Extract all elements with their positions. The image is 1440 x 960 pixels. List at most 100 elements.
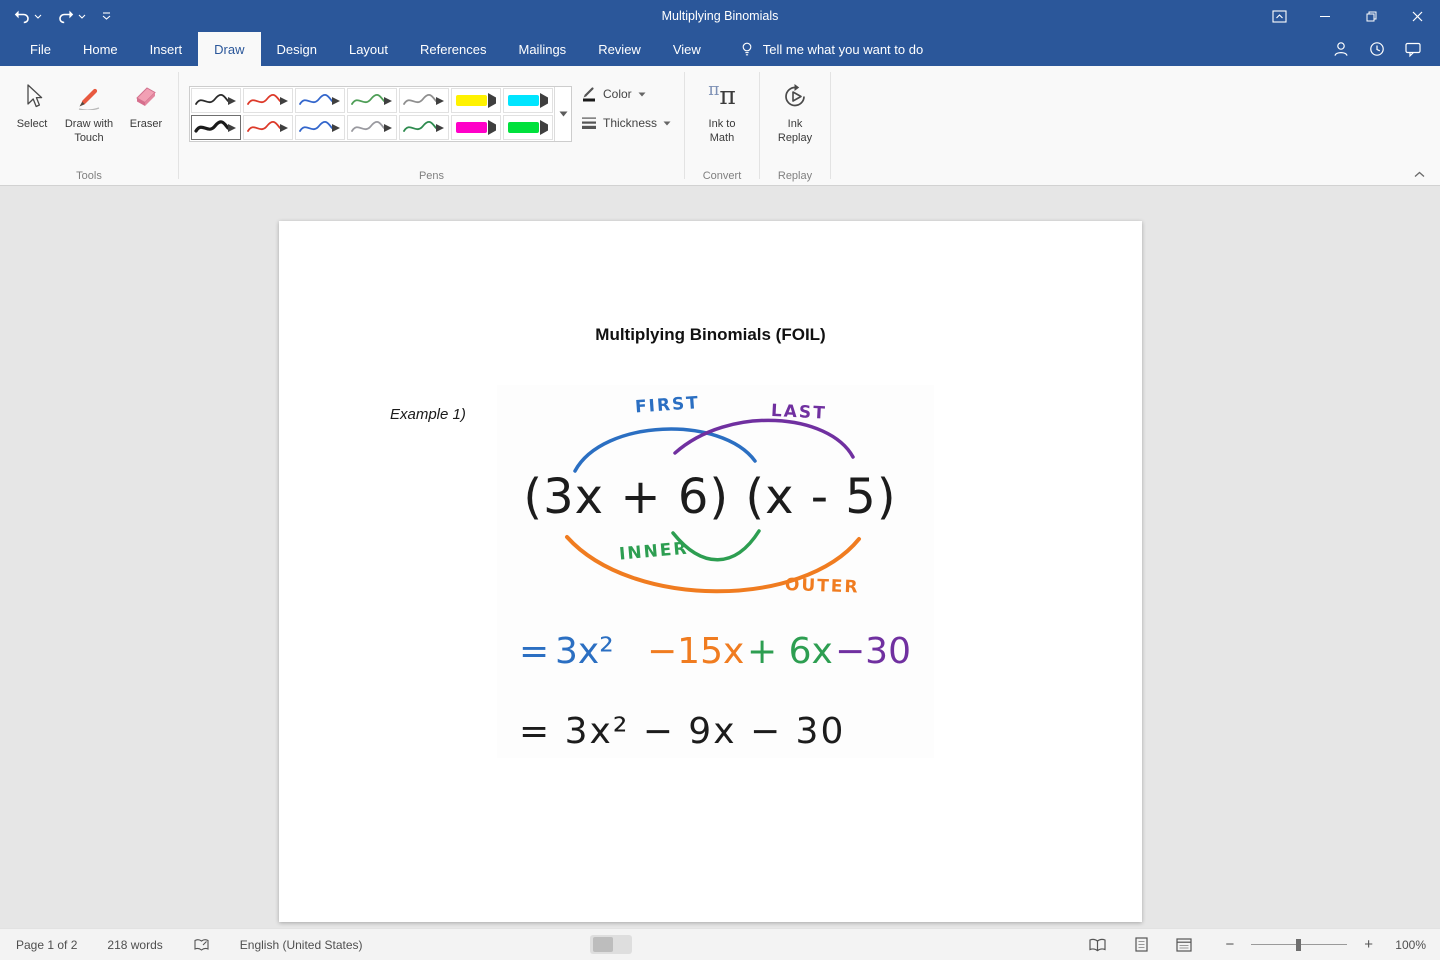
step1-equals: = [519, 631, 549, 672]
step2-result: = 3x² − 9x − 30 [519, 711, 845, 752]
horizontal-scrollbar[interactable] [590, 935, 632, 954]
pen-controls: Color Thickness [581, 82, 671, 140]
status-bar: Page 1 of 2 218 words English (United St… [0, 928, 1440, 960]
zoom-slider-thumb[interactable] [1296, 939, 1301, 951]
web-layout-button[interactable] [1176, 938, 1192, 952]
pi-math-icon: ππ [708, 79, 736, 113]
last-label: LAST [770, 401, 827, 424]
close-button[interactable] [1394, 0, 1440, 32]
tab-review[interactable]: Review [582, 32, 657, 66]
pen-thickness-button[interactable]: Thickness [581, 111, 671, 135]
tabrow-right-icons [1332, 32, 1440, 66]
chevron-down-icon [638, 92, 646, 97]
web-layout-icon [1176, 938, 1192, 952]
read-mode-icon [1088, 938, 1107, 952]
document-page[interactable]: Multiplying Binomials (FOIL) Example 1) … [279, 221, 1142, 922]
ink-replay-label: Ink Replay [773, 117, 817, 146]
pen-color-button[interactable]: Color [581, 82, 671, 106]
proofing-status-button[interactable] [193, 938, 210, 952]
tab-mailings[interactable]: Mailings [503, 32, 583, 66]
pen-swatch[interactable] [243, 88, 293, 113]
ink-replay-button[interactable]: Ink Replay [764, 66, 826, 185]
redo-menu-chevron-icon[interactable] [78, 14, 86, 19]
zoom-out-button[interactable]: − [1223, 936, 1236, 953]
close-icon [1412, 11, 1423, 22]
convert-group-label: Convert [685, 170, 759, 182]
eraser-button[interactable]: Eraser [118, 66, 174, 185]
zoom-slider[interactable] [1251, 938, 1347, 952]
ink-to-math-button[interactable]: ππ Ink to Math [689, 66, 755, 185]
zoom-level[interactable]: 100% [1390, 938, 1426, 952]
tab-references[interactable]: References [404, 32, 502, 66]
pen-swatch[interactable] [295, 88, 345, 113]
pen-color-icon [581, 86, 597, 102]
pen-swatch[interactable] [295, 115, 345, 140]
pen-swatch[interactable] [347, 115, 397, 140]
restore-button[interactable] [1348, 0, 1394, 32]
highlighter-swatch[interactable] [451, 115, 501, 140]
ink-replay-icon [782, 79, 809, 113]
pen-gallery-wrap [189, 86, 572, 142]
view-shortcuts [1088, 937, 1192, 952]
status-right: − + 100% [1088, 936, 1440, 953]
horizontal-scrollbar-thumb[interactable] [593, 937, 613, 952]
eraser-icon [132, 79, 160, 113]
title-bar: Multiplying Binomials [0, 0, 1440, 32]
document-area[interactable]: Multiplying Binomials (FOIL) Example 1) … [0, 187, 1440, 928]
collapse-ribbon-button[interactable] [1411, 168, 1428, 181]
group-tools: Select Draw with Touch Eraser Tools [0, 66, 178, 185]
activity-history-button[interactable] [1368, 40, 1386, 58]
restore-icon [1366, 11, 1377, 22]
outer-label: OUTER [785, 575, 860, 598]
draw-with-touch-button[interactable]: Draw with Touch [60, 66, 118, 185]
highlighter-swatch[interactable] [503, 115, 553, 140]
pencil-swatch[interactable] [399, 88, 449, 113]
zoom-in-button[interactable]: + [1362, 936, 1375, 953]
pen-gallery-more-button[interactable] [554, 87, 571, 141]
tell-me-label: Tell me what you want to do [763, 42, 923, 57]
select-button[interactable]: Select [4, 66, 60, 185]
chevron-down-icon [663, 121, 671, 126]
window-controls [1256, 0, 1440, 32]
tell-me-button[interactable]: Tell me what you want to do [725, 32, 937, 66]
word-count[interactable]: 218 words [107, 938, 162, 952]
highlighter-swatch[interactable] [503, 88, 553, 113]
tab-draw[interactable]: Draw [198, 32, 260, 66]
minimize-button[interactable] [1302, 0, 1348, 32]
document-heading: Multiplying Binomials (FOIL) [279, 325, 1142, 345]
language-status[interactable]: English (United States) [240, 938, 363, 952]
pen-swatch[interactable] [191, 115, 241, 140]
pen-swatch[interactable] [347, 88, 397, 113]
read-mode-button[interactable] [1088, 938, 1107, 952]
pen-gallery [190, 87, 554, 141]
tab-view[interactable]: View [657, 32, 717, 66]
draw-with-touch-label: Draw with Touch [60, 117, 118, 146]
highlighter-swatch[interactable] [451, 88, 501, 113]
sign-in-button[interactable] [1332, 40, 1350, 58]
print-layout-button[interactable] [1135, 937, 1148, 952]
redo-button[interactable] [50, 0, 94, 32]
replay-group-label: Replay [760, 170, 830, 182]
comments-button[interactable] [1404, 40, 1422, 58]
customize-quick-access-button[interactable] [94, 0, 119, 32]
tab-insert[interactable]: Insert [134, 32, 199, 66]
chevron-up-icon [1414, 171, 1425, 178]
undo-menu-chevron-icon[interactable] [34, 14, 42, 19]
ribbon-display-options-button[interactable] [1256, 0, 1302, 32]
pen-swatch[interactable] [399, 115, 449, 140]
tab-design[interactable]: Design [261, 32, 333, 66]
tab-home[interactable]: Home [67, 32, 134, 66]
step1-term-inner: + 6x [747, 631, 833, 672]
status-left: Page 1 of 2 218 words English (United St… [0, 938, 393, 952]
tab-file[interactable]: File [14, 32, 67, 66]
page-indicator[interactable]: Page 1 of 2 [16, 938, 77, 952]
group-pens: Color Thickness Pens [179, 66, 684, 185]
undo-button[interactable] [6, 0, 50, 32]
pen-swatch[interactable] [243, 115, 293, 140]
pen-swatch[interactable] [191, 88, 241, 113]
step1-term-first: 3x² [555, 631, 614, 672]
pen-color-label: Color [603, 87, 632, 101]
pen-thickness-label: Thickness [603, 116, 657, 130]
tab-layout[interactable]: Layout [333, 32, 404, 66]
eraser-label: Eraser [130, 117, 162, 131]
